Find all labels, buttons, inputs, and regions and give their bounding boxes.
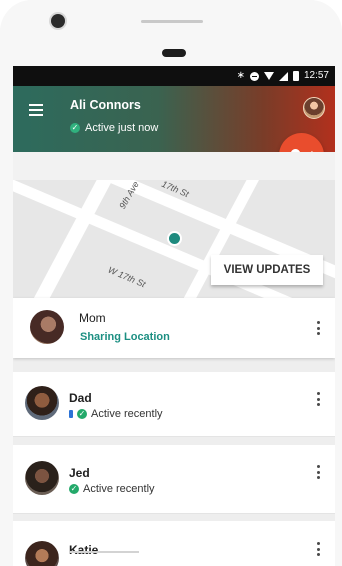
signal-icon [278,71,288,81]
menu-icon[interactable] [29,104,43,116]
contact-status: Sharing Location [80,331,170,343]
do-not-disturb-icon [249,71,259,81]
list-divider [13,436,335,437]
contact-card-katie[interactable]: Katie [13,521,335,566]
location-map[interactable]: 9th Ave 17th St W 17th St VIEW UPDATES [13,180,335,298]
front-camera [51,14,65,28]
phone-screen: ∗ 12:57 Ali Connors ✓ Active just now 9t… [13,66,335,566]
contact-status-row: ✓ Active recently [69,408,163,420]
avatar [25,541,59,566]
phone-frame: ∗ 12:57 Ali Connors ✓ Active just now 9t… [0,0,342,566]
status-time: 12:57 [303,70,329,81]
header-user-status: ✓ Active just now [70,122,158,134]
status-icons: ∗ 12:57 [237,70,329,82]
avatar [25,386,59,420]
status-placeholder [69,551,139,553]
location-marker[interactable] [169,233,180,244]
list-divider [13,513,335,514]
contact-status: Active recently [91,408,163,420]
contact-card-jed[interactable]: Jed ✓ Active recently [13,445,335,513]
profile-avatar[interactable] [303,97,325,119]
check-circle-icon: ✓ [69,484,79,494]
battery-icon [69,410,73,418]
check-circle-icon: ✓ [77,409,87,419]
header-status-text: Active just now [85,122,159,134]
battery-icon [292,71,299,81]
contact-card-dad[interactable]: Dad ✓ Active recently [13,372,335,436]
status-bar: ∗ 12:57 [13,66,335,86]
more-vert-icon[interactable] [316,542,320,556]
view-updates-button[interactable]: VIEW UPDATES [211,255,323,285]
contact-name: Mom [79,311,106,325]
more-vert-icon[interactable] [316,392,320,406]
speaker-grille [141,20,203,23]
contact-name: Jed [69,466,90,480]
header-user-name: Ali Connors [70,98,141,112]
contact-name: Dad [69,391,92,405]
wifi-icon [263,72,274,80]
more-vert-icon[interactable] [316,465,320,479]
map-top-padding [13,152,335,180]
earpiece [162,49,186,57]
more-vert-icon[interactable] [316,321,320,335]
map-label-w-17th-st: W 17th St [106,264,147,290]
contact-name: Katie [69,543,99,557]
contact-card-mom[interactable]: Mom Sharing Location [13,298,335,358]
check-circle-icon: ✓ [70,123,80,133]
avatar [25,461,59,495]
contact-status: Active recently [83,483,155,495]
avatar [30,310,64,344]
contact-status-row: ✓ Active recently [69,483,155,495]
bluetooth-icon: ∗ [236,70,245,81]
